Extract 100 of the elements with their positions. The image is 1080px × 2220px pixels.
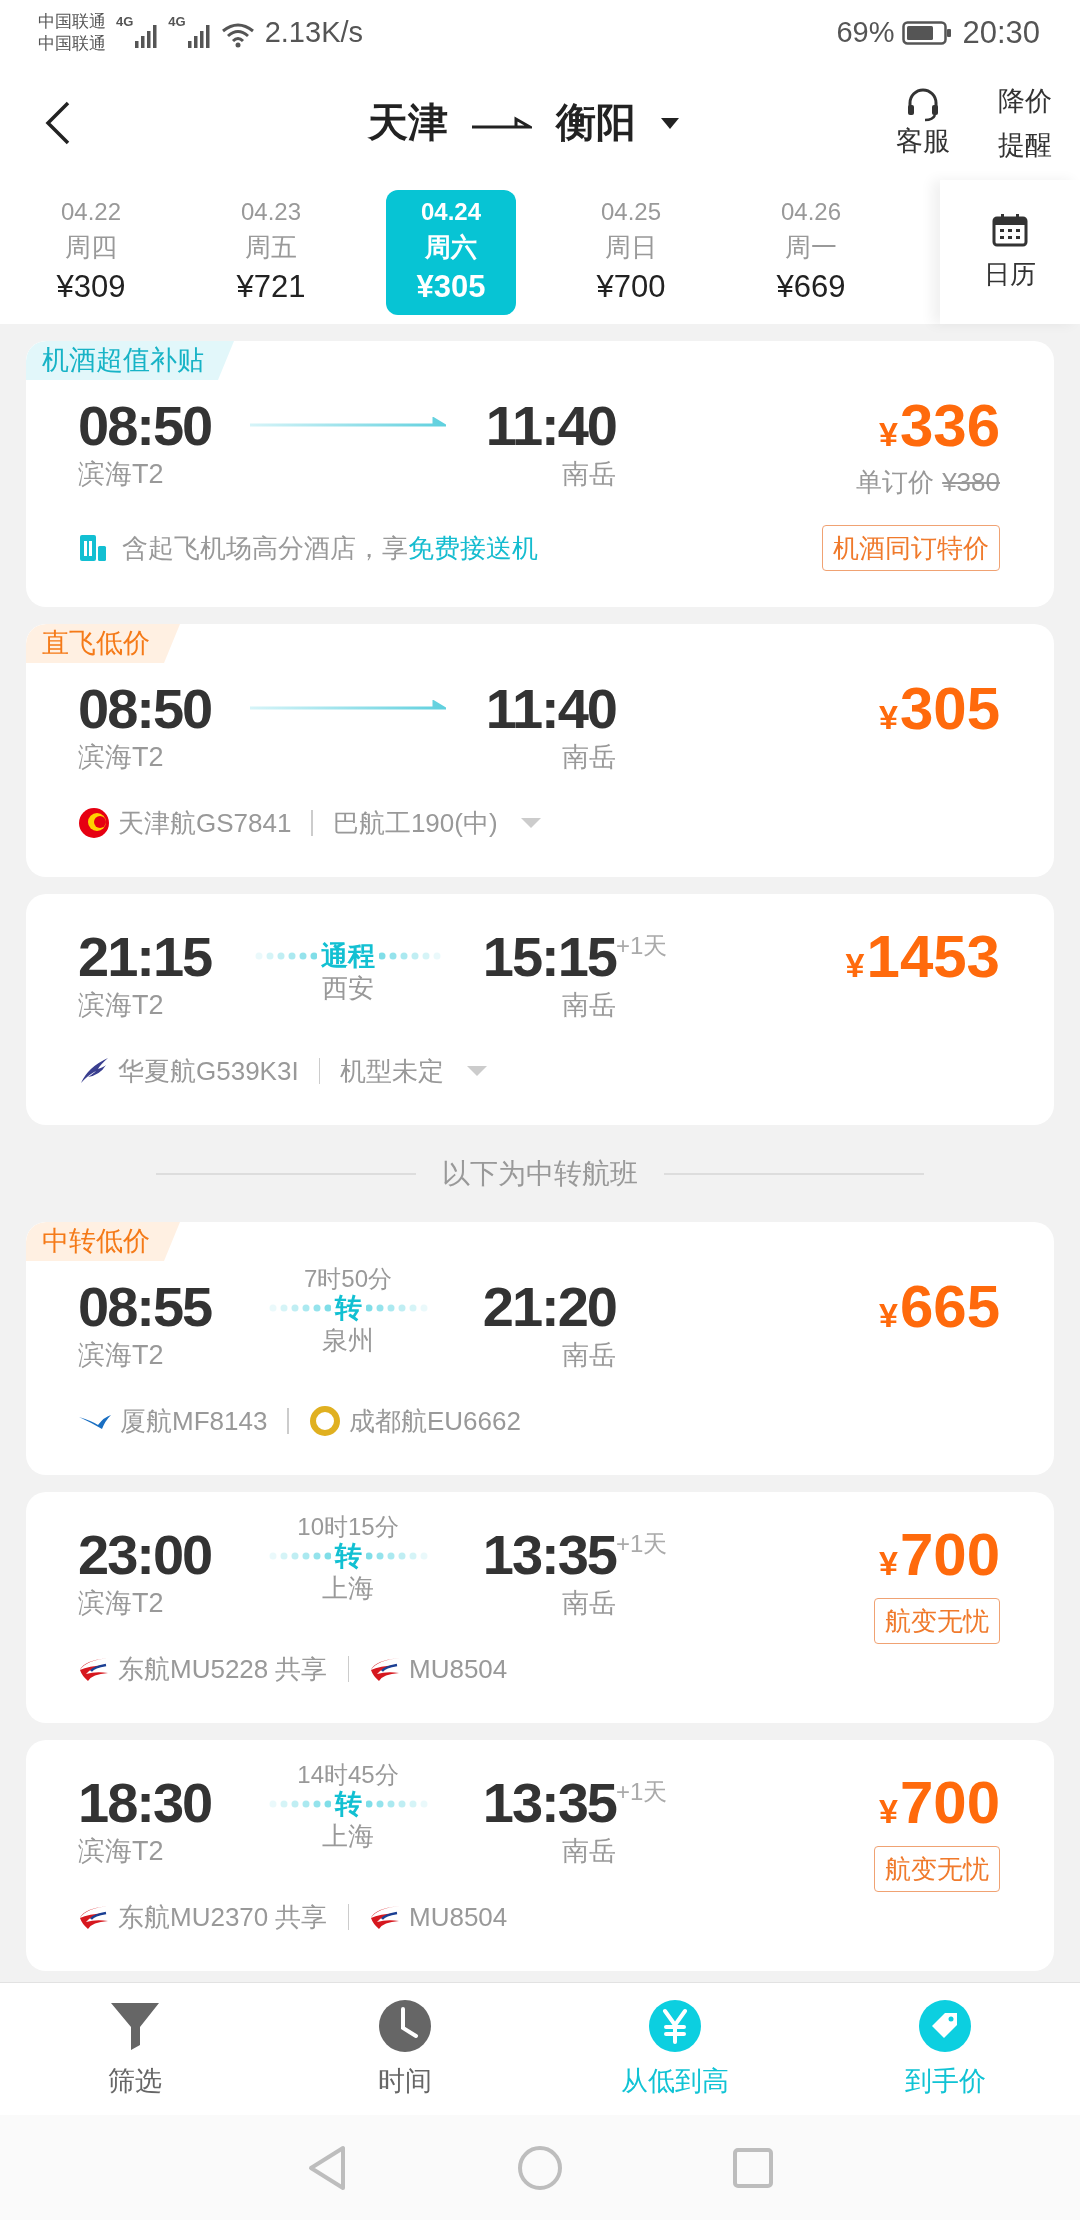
departure-airport: 滨海T2 [78, 1835, 165, 1868]
flight-number: 华夏航G539K3I [118, 1054, 299, 1088]
next-day-mark: +1天 [616, 1777, 668, 1805]
route-label: 转 [334, 1788, 362, 1821]
customer-service-button[interactable]: 客服 [896, 85, 950, 160]
flight-number: 东航MU2370 共享 [118, 1900, 328, 1934]
departure-airport: 滨海T2 [78, 1587, 165, 1620]
home-icon[interactable] [517, 2144, 563, 2191]
network-speed: 2.13K/s [264, 16, 364, 49]
route-label: 转 [334, 1540, 362, 1573]
nav-button[interactable]: 时间 [270, 1983, 540, 2115]
tag-icon [918, 1999, 972, 2053]
dotted-line-icon [365, 1800, 428, 1808]
flight-number: 天津航GS7841 [118, 806, 292, 840]
promo-tag: 机酒超值补贴 [26, 341, 234, 380]
price: ¥665 [878, 1276, 1000, 1342]
flight-number: MU8504 [409, 1653, 508, 1685]
original-price: ¥380 [942, 466, 1000, 499]
departure-airport: 滨海T2 [78, 458, 165, 491]
departure-airport: 滨海T2 [78, 741, 165, 774]
date-tab[interactable]: 04.26 周一 ¥669 [721, 195, 901, 309]
crescent-logo-icon [78, 807, 110, 839]
dropdown-icon[interactable] [519, 816, 542, 830]
nav-button[interactable]: 筛选 [0, 1983, 270, 2115]
flight-number: 成都航EU6662 [348, 1404, 521, 1438]
recent-apps-icon[interactable] [733, 2147, 773, 2188]
yen-icon [648, 1999, 702, 2053]
carrier-name: 中国联通 [38, 10, 106, 33]
date-tab[interactable]: 04.23 周五 ¥721 [181, 195, 361, 309]
next-day-mark: +1天 [616, 1529, 668, 1557]
aircraft-model: 机型未定 [340, 1054, 445, 1088]
arrival-airport: 南岳 [562, 1339, 616, 1372]
stopover-city: 上海 [322, 1820, 374, 1852]
date-tab[interactable]: 04.25 周日 ¥700 [541, 195, 721, 309]
departure-airport: 滨海T2 [78, 989, 165, 1022]
departure-airport: 滨海T2 [78, 1339, 165, 1372]
signal-icon [186, 22, 213, 49]
promo-tag: 中转低价 [26, 1222, 180, 1261]
carrier-name: 中国联通 [38, 32, 106, 55]
destination-city[interactable]: 衡阳 [556, 95, 636, 150]
arrival-time: 11:40 [485, 394, 616, 457]
dotted-line-icon [255, 952, 317, 960]
network-type: 4G [168, 14, 186, 29]
next-day-mark: +1天 [616, 931, 668, 959]
dotted-line-icon [268, 1800, 331, 1808]
layover-duration: 14时45分 [297, 1762, 399, 1788]
departure-time: 08:50 [78, 395, 213, 457]
calendar-icon [992, 212, 1028, 247]
flight-number: 东航MU5228 共享 [118, 1652, 328, 1686]
battery-percent: 69% [836, 16, 895, 49]
departure-time: 18:30 [78, 1772, 213, 1834]
arrival-airport: 南岳 [562, 989, 616, 1022]
arrival-airport: 南岳 [562, 741, 616, 774]
arrival-airport: 南岳 [562, 1835, 616, 1868]
arrival-time: 21:20 [482, 1275, 616, 1338]
dotted-line-icon [268, 1552, 331, 1560]
arrival-time: 11:40 [485, 677, 616, 740]
departure-time: 21:15 [78, 926, 213, 988]
stopover-city: 泉州 [322, 1324, 374, 1356]
dropdown-icon[interactable] [466, 1064, 489, 1078]
calendar-button[interactable]: 日历 [940, 180, 1080, 324]
hotel-icon [78, 533, 108, 563]
price: ¥1453 [845, 926, 1000, 992]
flight-card[interactable]: 直飞低价 08:50 滨海T2 11:40 南岳 ¥305 天津航GS7841 巴航工190(中) [26, 624, 1054, 877]
arrival-time: 15:15 [482, 925, 616, 988]
arrival-airport: 南岳 [562, 458, 616, 491]
date-tab[interactable]: 04.22 周四 ¥309 [1, 195, 181, 309]
back-icon[interactable] [44, 99, 72, 146]
flight-number: 厦航MF8143 [120, 1404, 268, 1438]
departure-time: 08:55 [78, 1276, 213, 1338]
stopover-city: 上海 [322, 1572, 374, 1604]
price: ¥305 [878, 678, 1000, 744]
price: ¥700 [878, 1524, 1000, 1590]
flight-card[interactable]: 机酒超值补贴 08:50 滨海T2 11:40 南岳 ¥336 单订价 ¥380 含起飞机场高分酒店，享免费接送机 机酒同订特价 [26, 341, 1054, 607]
flight-card[interactable]: 中转低价 08:55 滨海T2 7时50分 转 泉州 21:20 南岳 ¥665 厦航MF8143 成都航EU6662 [26, 1222, 1054, 1475]
origin-city[interactable]: 天津 [368, 95, 448, 150]
battery-icon [902, 19, 953, 46]
clock-icon [378, 1999, 432, 2053]
dotted-line-icon [268, 1304, 331, 1312]
stopover-city: 西安 [322, 972, 374, 1004]
price-alert-button[interactable]: 降价提醒 [994, 78, 1056, 167]
arrival-time: 13:35 [482, 1523, 616, 1586]
price: ¥700 [878, 1772, 1000, 1838]
combo-badge: 机酒同订特价 [822, 525, 1000, 571]
dotted-line-icon [365, 1552, 428, 1560]
flight-number: MU8504 [409, 1901, 508, 1933]
section-title: 以下为中转航班 [442, 1157, 638, 1191]
dotted-line-icon [379, 952, 441, 960]
service-badge: 航变无忧 [874, 1846, 1000, 1892]
caret-icon[interactable] [660, 115, 680, 130]
arrival-airport: 南岳 [562, 1587, 616, 1620]
aircraft-model: 巴航工190(中) [332, 806, 498, 840]
wifi-icon [220, 21, 255, 48]
hotel-note: 含起飞机场高分酒店，享免费接送机 [122, 531, 538, 565]
service-badge: 航变无忧 [874, 1598, 1000, 1644]
departure-time: 08:50 [78, 678, 213, 740]
layover-duration: 7时50分 [303, 1266, 392, 1292]
ring-logo-icon [308, 1405, 341, 1437]
route-label: 转 [334, 1292, 362, 1325]
layover-duration: 10时15分 [297, 1514, 399, 1540]
